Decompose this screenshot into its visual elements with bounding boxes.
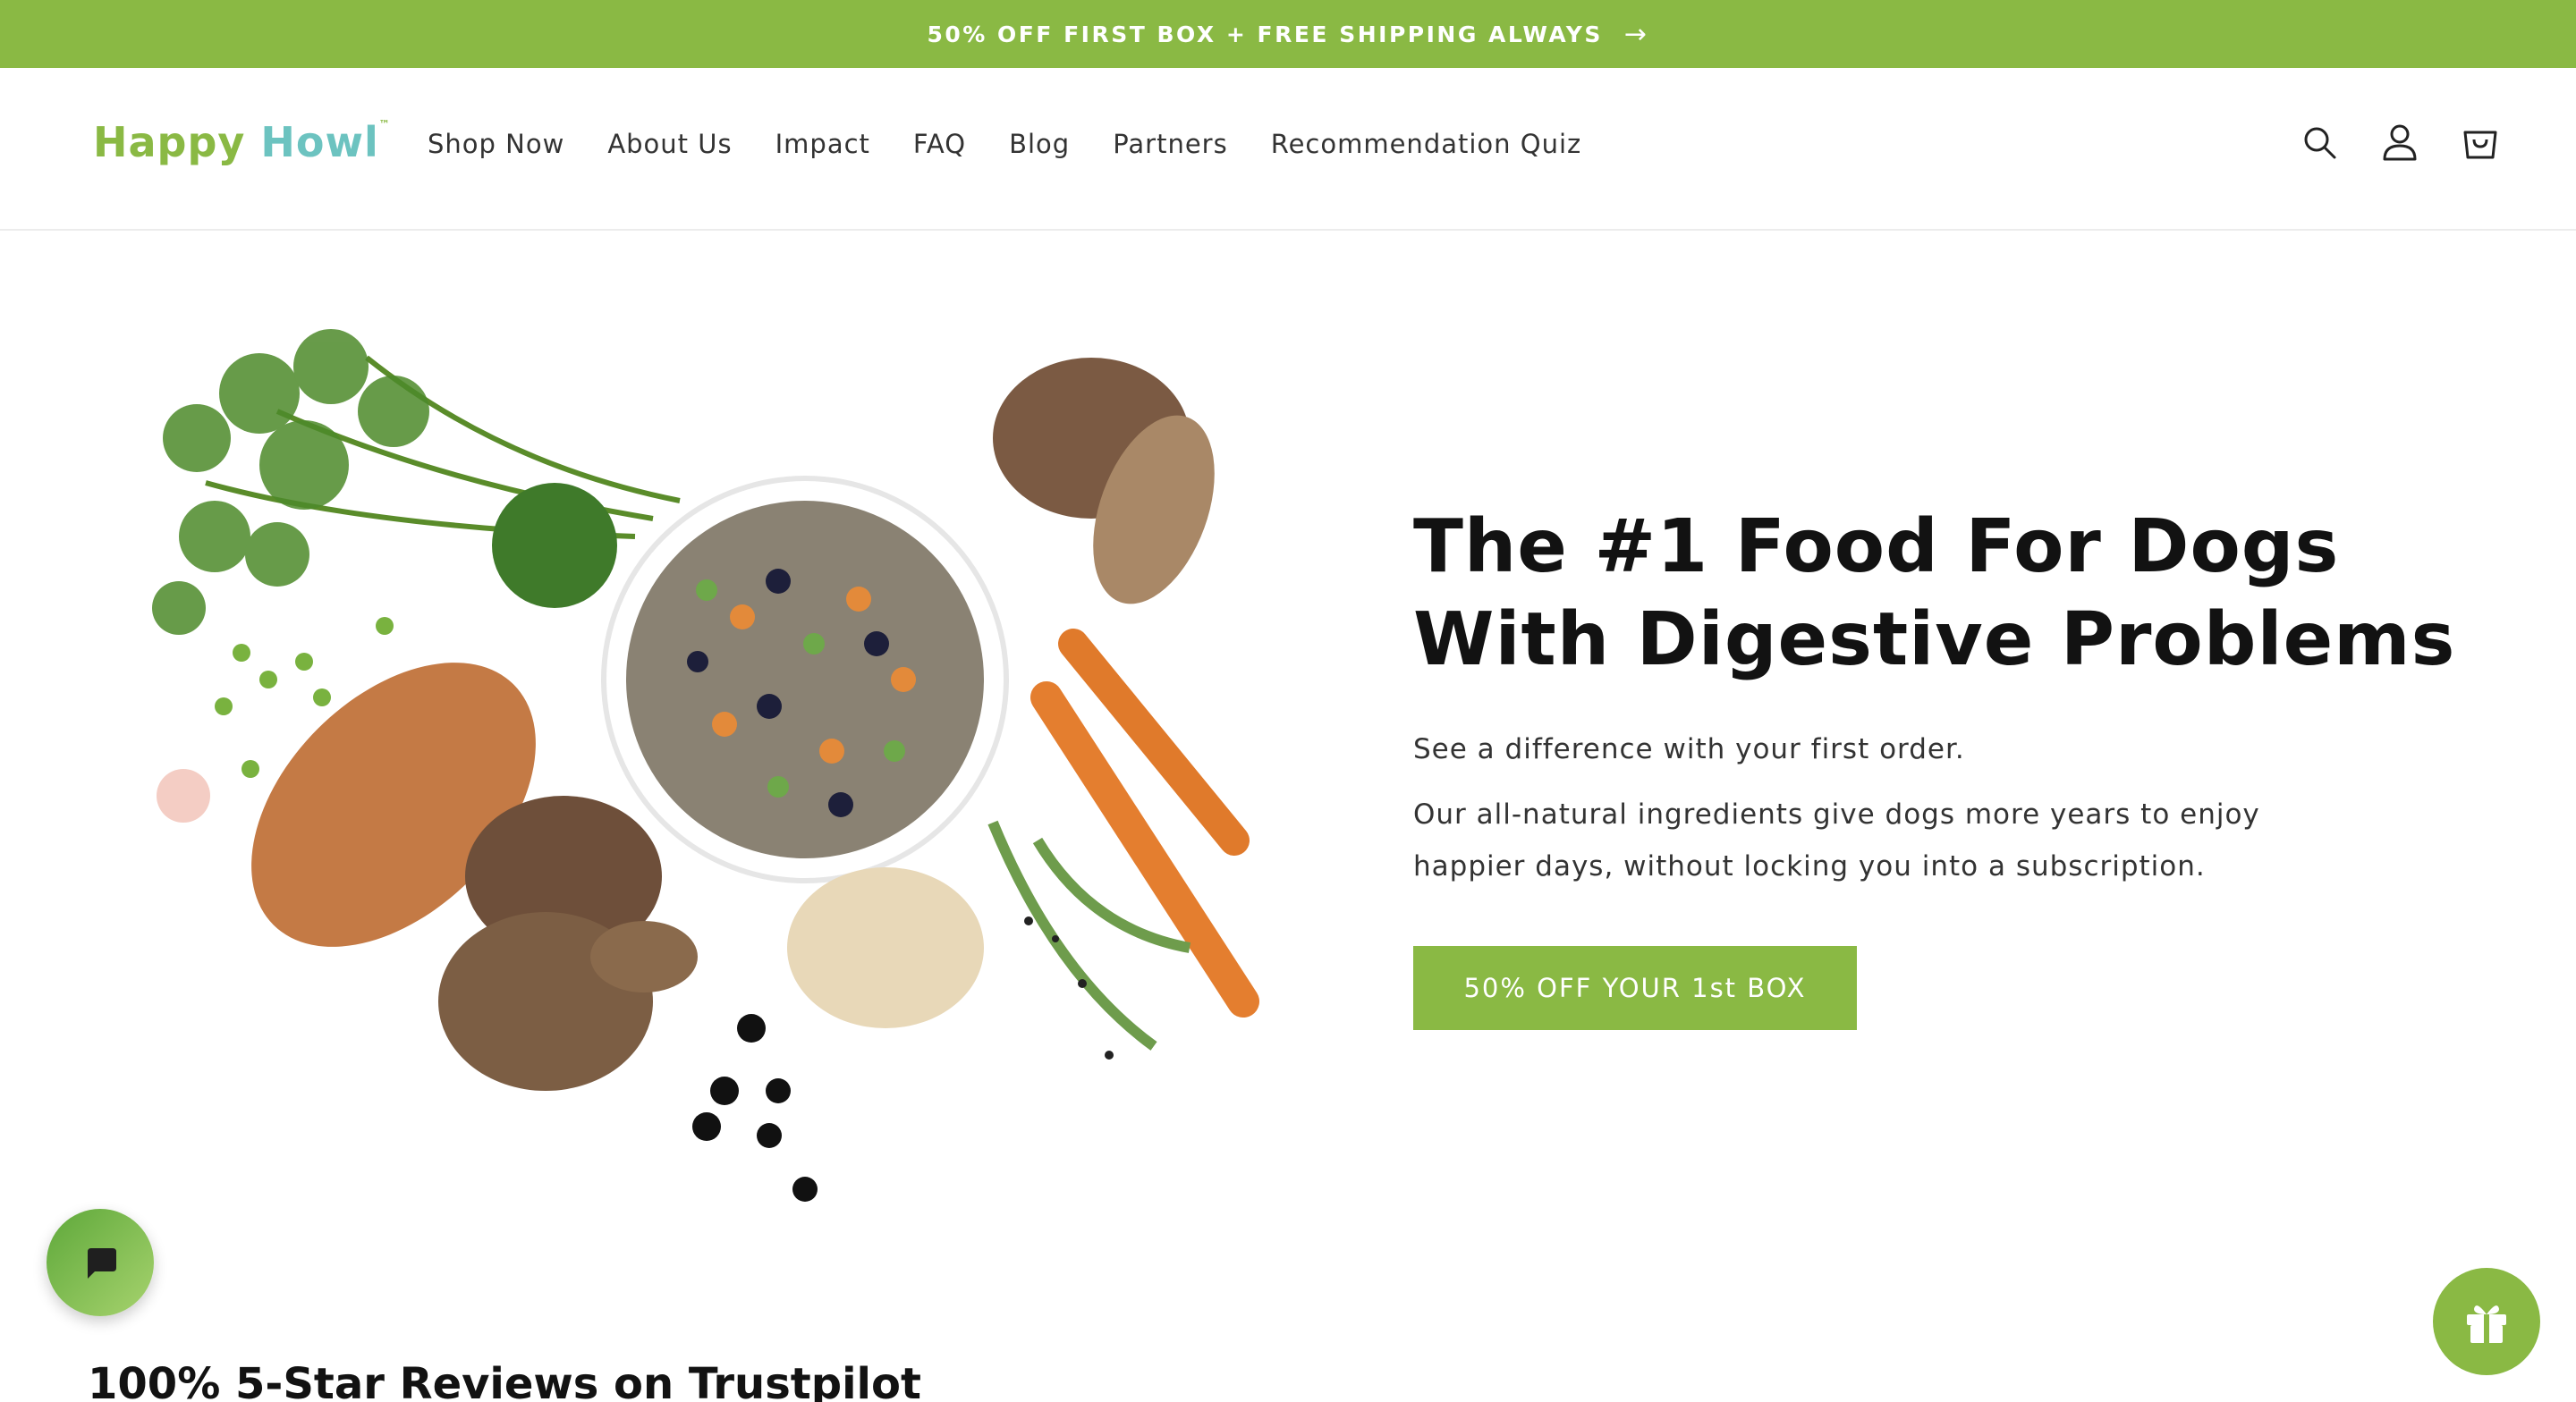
hero-content: The #1 Food For Dogs With Digestive Prob…	[1413, 501, 2487, 1030]
nav-shop-now[interactable]: Shop Now	[428, 129, 564, 159]
hero-description: Our all-natural ingredients give dogs mo…	[1413, 798, 2260, 883]
chat-button[interactable]	[47, 1209, 154, 1316]
nav-impact[interactable]: Impact	[775, 129, 870, 159]
account-icon[interactable]	[2379, 122, 2420, 163]
reviews-heading: 100% 5-Star Reviews on Trustpilot	[88, 1359, 921, 1402]
cart-icon[interactable]	[2460, 122, 2501, 163]
main-nav: Shop Now About Us Impact FAQ Blog Partne…	[428, 129, 1581, 159]
announcement-text[interactable]: 50% OFF FIRST BOX + FREE SHIPPING ALWAYS	[927, 21, 1602, 47]
nav-about-us[interactable]: About Us	[607, 129, 732, 159]
hero-title: The #1 Food For Dogs With Digestive Prob…	[1413, 504, 2456, 682]
logo-word-happy: Happy	[93, 118, 246, 166]
hero-food-image	[98, 304, 1306, 1216]
logo-word-howl: Howl	[260, 118, 379, 166]
arrow-right-icon[interactable]: →	[1624, 19, 1649, 50]
chat-icon	[88, 1248, 116, 1279]
header-icons	[2299, 122, 2501, 163]
hero-subtitle: See a difference with your first order.	[1413, 733, 1965, 765]
announcement-bar[interactable]: 50% OFF FIRST BOX + FREE SHIPPING ALWAYS…	[0, 0, 2576, 68]
logo-trademark: ™	[378, 118, 391, 131]
search-icon[interactable]	[2299, 122, 2340, 163]
gift-icon	[2467, 1305, 2506, 1343]
nav-blog[interactable]: Blog	[1009, 129, 1070, 159]
nav-faq[interactable]: FAQ	[913, 129, 966, 159]
site-header: Happy Howl™ Shop Now About Us Impact FAQ…	[0, 68, 2576, 231]
cta-50-off-button[interactable]: 50% OFF YOUR 1st BOX	[1413, 946, 1857, 1030]
logo[interactable]: Happy Howl™	[93, 118, 391, 166]
nav-recommendation-quiz[interactable]: Recommendation Quiz	[1271, 129, 1582, 159]
rewards-gift-button[interactable]	[2433, 1268, 2540, 1375]
nav-partners[interactable]: Partners	[1113, 129, 1228, 159]
